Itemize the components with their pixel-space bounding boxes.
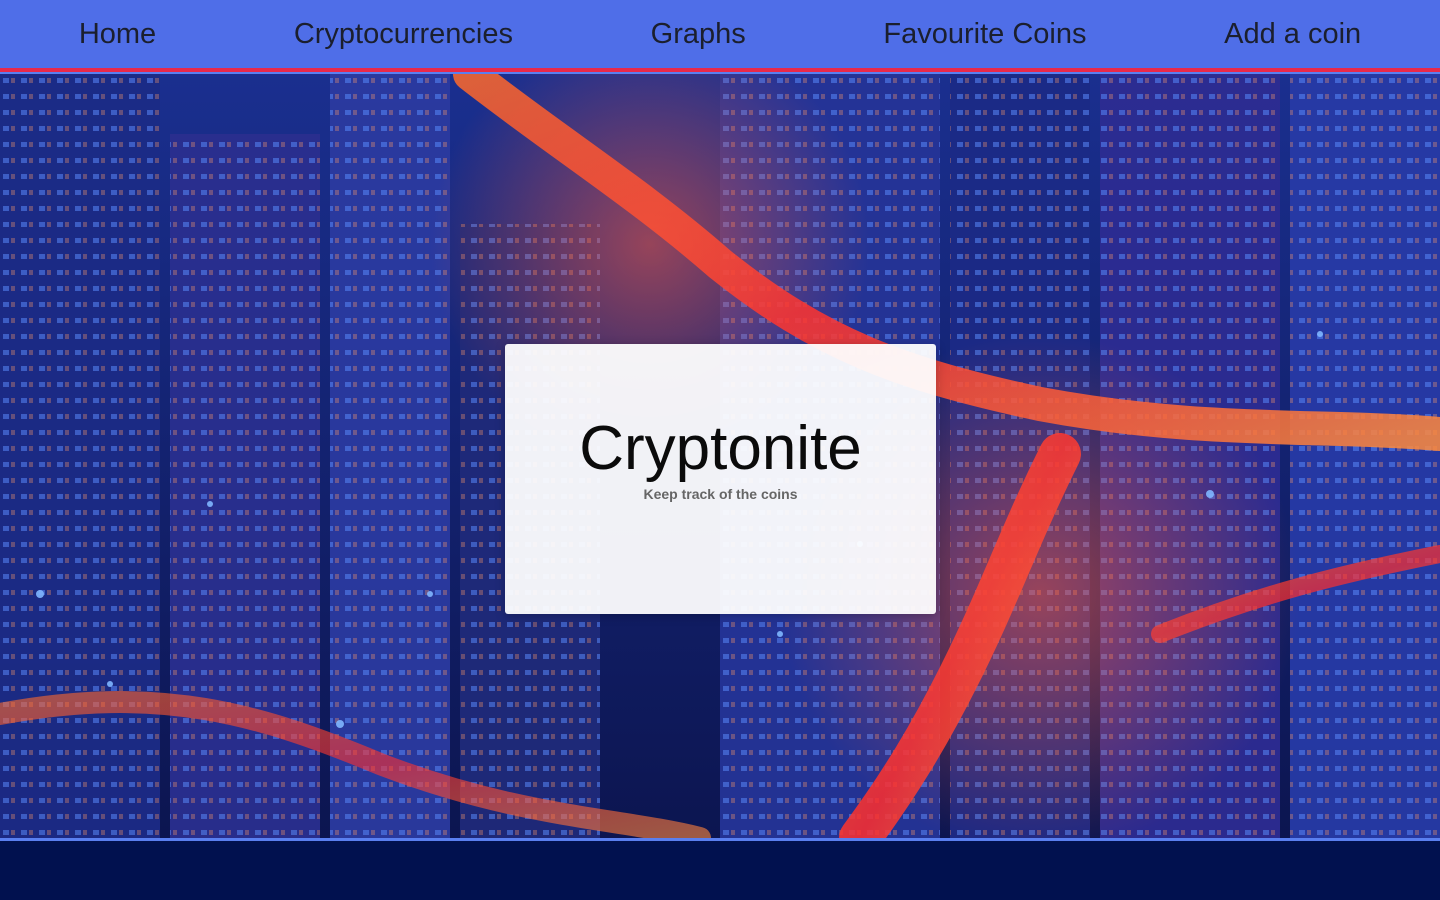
nav-link-cryptocurrencies[interactable]: Cryptocurrencies [294,18,513,51]
site-tagline: Keep track of the coins [643,486,798,502]
nav-link-favourite-coins[interactable]: Favourite Coins [883,18,1086,51]
hero-card: Cryptonite Keep track of the coins [505,344,936,614]
hero-section: Cryptonite Keep track of the coins [0,74,1440,838]
nav-link-graphs[interactable]: Graphs [651,18,746,51]
nav-link-home[interactable]: Home [79,18,156,51]
nav-link-add-coin[interactable]: Add a coin [1224,18,1361,51]
top-navigation: Home Cryptocurrencies Graphs Favourite C… [0,0,1440,68]
footer [0,841,1440,900]
site-title: Cryptonite [579,414,862,483]
